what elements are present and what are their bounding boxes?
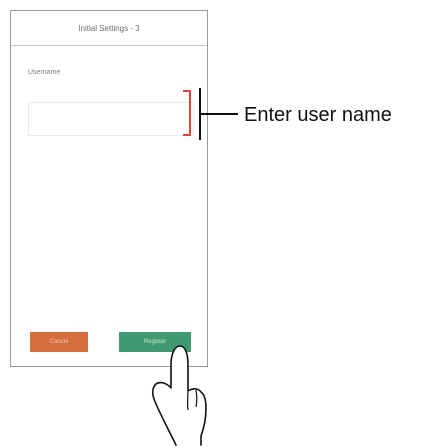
username-input[interactable] (28, 102, 194, 136)
register-button[interactable]: Register (119, 332, 191, 352)
callout-label: Enter user name (244, 104, 392, 126)
screen-title: Initial Settings - 3 (78, 23, 140, 33)
screen-title-bar: Initial Settings - 3 (11, 11, 207, 46)
cancel-button-label: Cancel (49, 339, 69, 345)
register-button-label: Register (143, 339, 167, 345)
device-screen: Initial Settings - 3 Username Cancel Reg… (10, 10, 208, 367)
cancel-button[interactable]: Cancel (30, 332, 88, 352)
username-label: Username (28, 69, 61, 76)
